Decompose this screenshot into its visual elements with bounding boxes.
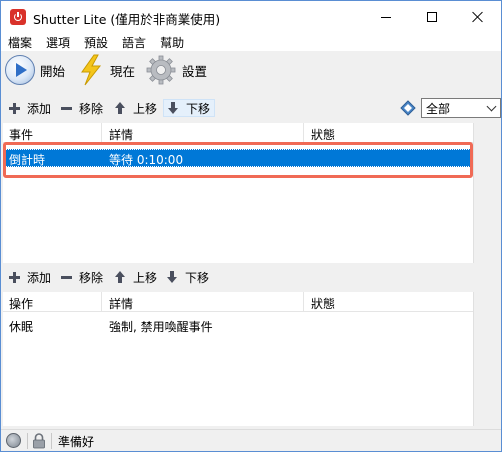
filter-value: 全部	[426, 101, 451, 116]
events-add-button[interactable]: 添加	[7, 99, 51, 117]
filter-dropdown[interactable]: 全部	[421, 98, 501, 118]
settings-button[interactable]: 設置	[145, 53, 207, 87]
actions-list-header: 操作 詳情 狀態	[3, 292, 473, 312]
minimize-icon	[381, 16, 391, 18]
actions-list: 操作 詳情 狀態 休眠 強制, 禁用喚醒事件	[3, 292, 499, 426]
actions-add-button[interactable]: 添加	[7, 268, 51, 286]
actions-remove-label: 移除	[79, 270, 104, 285]
globe-icon[interactable]	[6, 433, 21, 448]
actions-scrollbar[interactable]	[473, 292, 499, 426]
menu-help[interactable]: 幫助	[153, 33, 191, 51]
play-icon	[5, 55, 35, 85]
actions-row[interactable]: 休眠 強制, 禁用喚醒事件	[3, 317, 473, 335]
actions-toolbar: 添加 移除 上移 下移	[1, 266, 501, 288]
app-window: Shutter Lite (僅用於非商業使用) 檔案 選項 預設 語言 幫助 開…	[0, 0, 502, 452]
now-label: 現在	[110, 63, 136, 79]
actions-up-label: 上移	[133, 270, 158, 285]
plus-icon	[9, 272, 20, 283]
close-icon	[472, 11, 484, 23]
plus-icon	[9, 103, 20, 114]
events-scrollbar[interactable]	[473, 123, 499, 263]
start-button[interactable]: 開始	[5, 53, 65, 87]
actions-col-status[interactable]: 狀態	[305, 292, 335, 312]
minus-icon	[60, 275, 72, 279]
lightning-icon	[81, 54, 102, 86]
highlight-box	[3, 142, 473, 178]
actions-remove-button[interactable]: 移除	[59, 268, 103, 286]
menu-options[interactable]: 選項	[39, 33, 77, 51]
events-col-detail[interactable]: 詳情	[103, 123, 133, 143]
events-up-label: 上移	[133, 101, 158, 116]
settings-label: 設置	[182, 63, 208, 79]
actions-up-button[interactable]: 上移	[113, 268, 157, 286]
arrow-down-icon	[168, 102, 178, 114]
status-text: 準備好	[58, 435, 95, 449]
minus-icon	[60, 106, 72, 110]
events-remove-label: 移除	[79, 101, 104, 116]
actions-add-label: 添加	[27, 270, 52, 285]
maximize-button[interactable]	[409, 1, 455, 33]
menu-language[interactable]: 語言	[115, 33, 153, 51]
menu-bar: 檔案 選項 預設 語言 幫助	[1, 33, 501, 51]
close-button[interactable]	[455, 1, 501, 33]
actions-row-action: 休眠	[9, 320, 34, 334]
title-bar[interactable]: Shutter Lite (僅用於非商業使用)	[1, 1, 501, 33]
arrow-down-icon	[167, 271, 177, 283]
events-col-status[interactable]: 狀態	[305, 123, 335, 143]
menu-file[interactable]: 檔案	[1, 33, 39, 51]
actions-down-button[interactable]: 下移	[165, 268, 209, 286]
events-toolbar: 添加 移除 上移 下移 全部	[1, 97, 501, 119]
main-toolbar: 開始 現在 設置	[1, 51, 501, 89]
status-bar: 準備好	[1, 429, 501, 451]
maximize-icon	[427, 12, 437, 22]
actions-row-detail: 強制, 禁用喚醒事件	[109, 320, 213, 334]
actions-col-detail[interactable]: 詳情	[103, 292, 133, 312]
arrow-up-icon	[115, 271, 125, 283]
chevron-down-icon	[486, 101, 497, 112]
window-title: Shutter Lite (僅用於非商業使用)	[33, 12, 221, 27]
events-col-event[interactable]: 事件	[3, 123, 33, 143]
minimize-button[interactable]	[363, 1, 409, 33]
power-icon	[10, 9, 26, 25]
now-button[interactable]: 現在	[77, 53, 135, 87]
actions-down-label: 下移	[185, 270, 210, 285]
menu-presets[interactable]: 預設	[77, 33, 115, 51]
lock-icon[interactable]	[32, 433, 46, 449]
actions-col-action[interactable]: 操作	[3, 292, 33, 312]
events-up-button[interactable]: 上移	[113, 99, 157, 117]
arrow-up-icon	[115, 102, 125, 114]
events-down-label: 下移	[186, 101, 211, 116]
events-remove-button[interactable]: 移除	[59, 99, 103, 117]
events-list-header: 事件 詳情 狀態	[3, 123, 473, 143]
gear-icon	[146, 55, 176, 85]
filter-icon	[400, 100, 416, 116]
start-label: 開始	[40, 63, 66, 79]
events-down-button[interactable]: 下移	[163, 99, 216, 117]
events-add-label: 添加	[27, 101, 52, 116]
